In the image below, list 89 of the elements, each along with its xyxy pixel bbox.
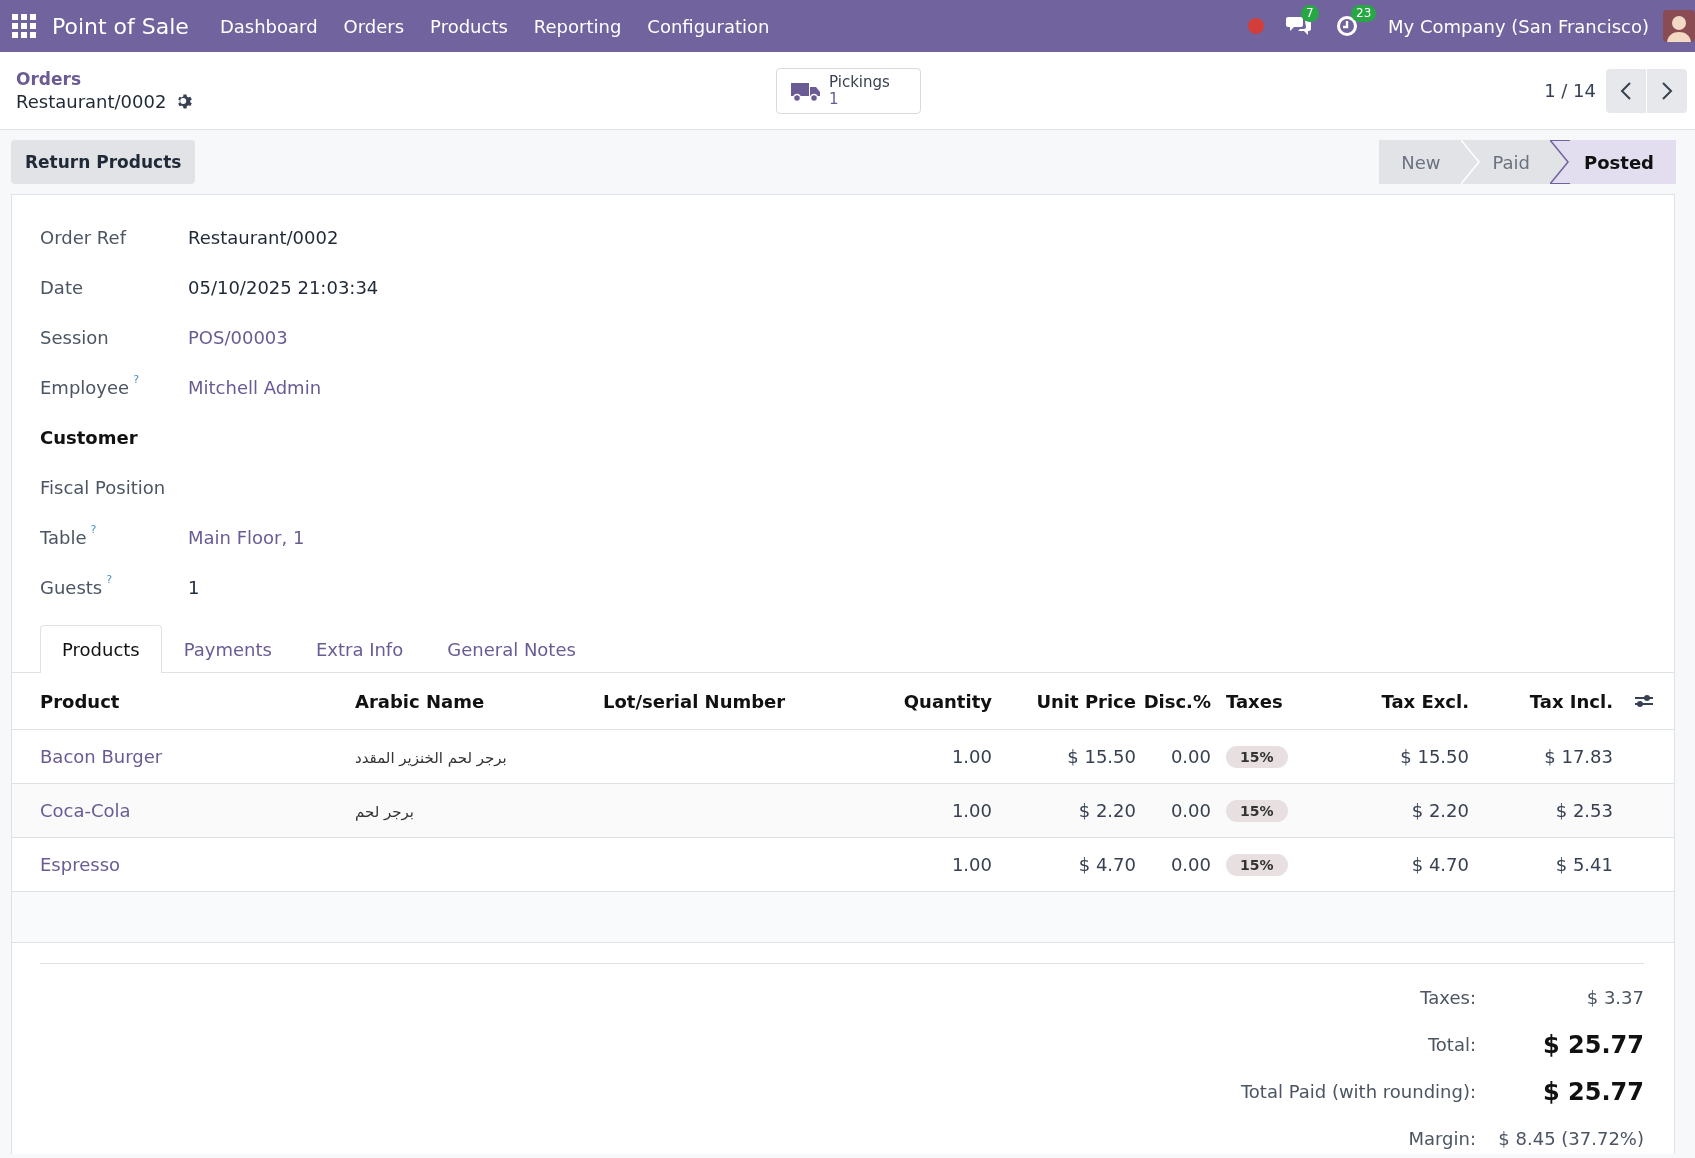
table-cell: $ 15.50: [1067, 746, 1136, 767]
status-stage[interactable]: New: [1379, 140, 1481, 184]
field-link[interactable]: Main Floor, 1: [188, 527, 305, 548]
product-link[interactable]: Bacon Burger: [40, 746, 163, 767]
menu-item[interactable]: Reporting: [520, 15, 635, 37]
message-count-badge: 7: [1301, 5, 1319, 22]
stage-separator-chevron-icon: [1460, 140, 1481, 184]
column-header[interactable]: Arabic Name: [355, 690, 603, 712]
table-cell: $ 2.20: [1411, 800, 1469, 821]
chevron-right-icon: [1661, 80, 1673, 101]
help-tooltip-mark[interactable]: ?: [106, 573, 113, 586]
field-link[interactable]: POS/00003: [188, 327, 288, 348]
total-value: $ 8.45 (37.72%): [1498, 1127, 1644, 1151]
next-record-button[interactable]: [1647, 68, 1687, 113]
menu-item[interactable]: Orders: [330, 15, 418, 37]
field-label: Employee: [40, 377, 130, 398]
field-value: 05/10/2025 21:03:34: [188, 277, 379, 298]
notebook-tab[interactable]: Extra Info: [293, 625, 426, 673]
previous-record-button[interactable]: [1606, 68, 1646, 113]
tax-tag: 15%: [1226, 746, 1288, 768]
field-value: 1: [188, 577, 200, 598]
table-cell: $ 17.83: [1544, 746, 1613, 767]
return-products-button[interactable]: Return Products: [11, 140, 196, 184]
field-label: Table: [40, 527, 87, 548]
total-label: Margin:: [1408, 1127, 1476, 1151]
field-label: Fiscal Position: [40, 477, 166, 498]
table-cell: $ 2.20: [1078, 800, 1136, 821]
table-cell: $ 5.41: [1555, 854, 1613, 875]
column-header[interactable]: Product: [40, 690, 355, 712]
chevron-left-icon: [1620, 80, 1632, 101]
field-link[interactable]: Mitchell Admin: [188, 377, 322, 398]
notebook-tab[interactable]: Products: [40, 625, 162, 673]
table-cell: 1.00: [951, 800, 992, 821]
column-header[interactable]: Lot/serial Number: [603, 690, 873, 712]
app-menu-icon[interactable]: [12, 14, 36, 38]
field-label: Date: [40, 277, 84, 298]
column-header[interactable]: Taxes: [1211, 690, 1371, 712]
column-header[interactable]: Disc.%: [1136, 690, 1211, 712]
breadcrumb-link[interactable]: Orders: [16, 69, 82, 89]
menu-item[interactable]: Configuration: [634, 15, 783, 37]
field-label: Guests: [40, 577, 103, 598]
total-value: $ 25.77: [1543, 1076, 1644, 1108]
notebook-tab[interactable]: General Notes: [425, 625, 598, 673]
activity-count-badge: 23: [1351, 5, 1377, 22]
menu-item[interactable]: Dashboard: [206, 15, 331, 37]
pager-value: 1 / 14: [1544, 80, 1596, 101]
table-cell: 0.00: [1170, 800, 1211, 821]
column-header[interactable]: Unit Price: [992, 690, 1136, 712]
column-header[interactable]: Tax Excl.: [1371, 690, 1469, 712]
table-cell: 0.00: [1170, 854, 1211, 875]
field-value: Restaurant/0002: [188, 227, 339, 248]
user-avatar[interactable]: [1663, 10, 1695, 42]
total-value: $ 3.37: [1586, 986, 1644, 1010]
table-cell: $ 15.50: [1400, 746, 1469, 767]
help-tooltip-mark[interactable]: ?: [90, 523, 97, 536]
column-header[interactable]: Quantity: [873, 690, 992, 712]
table-cell: 1.00: [951, 746, 992, 767]
company-name[interactable]: My Company (San Francisco): [1388, 15, 1649, 37]
tax-tag: 15%: [1226, 800, 1288, 822]
total-label: Taxes:: [1420, 986, 1476, 1010]
table-cell: $ 4.70: [1078, 854, 1136, 875]
help-tooltip-mark[interactable]: ?: [133, 373, 139, 386]
notebook-tab[interactable]: Payments: [161, 625, 294, 673]
table-cell: $ 4.70: [1411, 854, 1469, 875]
field-label: Session: [40, 327, 109, 348]
table-cell: 0.00: [1170, 746, 1211, 767]
column-settings-icon[interactable]: [1633, 693, 1654, 709]
column-header[interactable]: Tax Incl.: [1469, 690, 1613, 712]
field-label: Order Ref: [40, 227, 126, 248]
status-stage[interactable]: Paid: [1480, 140, 1570, 184]
app-title[interactable]: Point of Sale: [52, 13, 189, 39]
product-link[interactable]: Coca-Cola: [40, 800, 131, 821]
pickings-smart-button[interactable]: Pickings 1: [776, 67, 921, 114]
clock-icon[interactable]: [1336, 15, 1359, 37]
table-cell: 1.00: [951, 854, 992, 875]
chat-icon[interactable]: [1286, 15, 1313, 37]
table-cell: برجر لحم: [355, 803, 414, 821]
table-cell: برجر لحم الخنزير المقدد: [355, 749, 507, 767]
table-cell: $ 2.53: [1555, 800, 1613, 821]
total-label: Total:: [1427, 1033, 1476, 1057]
tax-tag: 15%: [1226, 854, 1288, 876]
menu-item[interactable]: Products: [417, 15, 521, 37]
field-label: Customer: [40, 427, 138, 448]
product-link[interactable]: Espresso: [40, 854, 121, 875]
settings-icon[interactable]: [176, 92, 195, 111]
record-title: Restaurant/0002: [16, 91, 167, 112]
total-value: $ 25.77: [1543, 1029, 1644, 1061]
stage-separator-chevron-icon: [1550, 140, 1570, 184]
total-label: Total Paid (with rounding):: [1240, 1080, 1476, 1104]
